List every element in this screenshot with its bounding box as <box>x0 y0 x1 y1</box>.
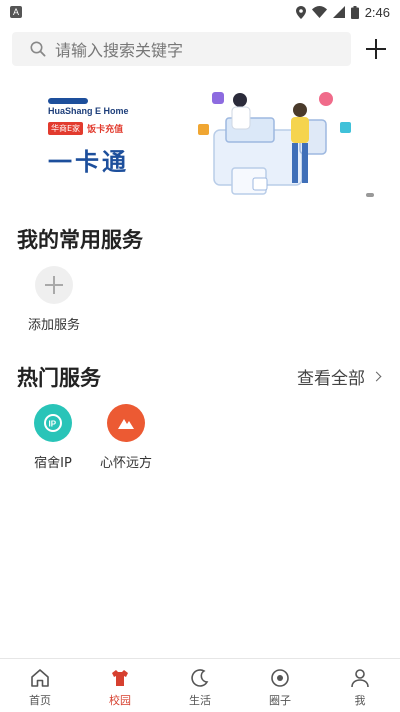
add-service-label: 添加服务 <box>27 318 80 333</box>
hot-service-label: 心怀远方 <box>99 456 152 471</box>
wifi-icon <box>311 6 327 18</box>
shirt-icon <box>112 670 128 686</box>
view-all-link[interactable]: 查看全部 <box>297 364 382 389</box>
mountain-icon <box>107 404 145 442</box>
moon-icon <box>191 669 209 687</box>
svg-text:IP: IP <box>49 420 57 429</box>
ip-icon: IP <box>34 404 72 442</box>
battery-icon <box>350 5 359 19</box>
search-placeholder: 请输入搜索关键字 <box>55 41 184 60</box>
tab-label: 我 <box>354 694 366 707</box>
circle-icon <box>271 669 289 687</box>
view-all-label: 查看全部 <box>297 369 365 389</box>
search-icon <box>30 41 46 57</box>
status-time: 2:46 <box>364 4 390 20</box>
tab-life[interactable]: 生活 <box>168 659 232 712</box>
add-service-icon <box>35 266 73 304</box>
brand-tagline: 华商E家 饭卡充值 <box>48 122 123 135</box>
tab-home[interactable]: 首页 <box>8 659 72 712</box>
location-icon <box>295 5 306 19</box>
tab-me[interactable]: 我 <box>328 659 392 712</box>
bottom-tab-bar: 首页 校园 生活 圈子 我 <box>0 658 400 712</box>
tab-label: 生活 <box>189 694 211 707</box>
status-bar: A 2:46 <box>0 0 400 24</box>
brand-logo-bar <box>48 98 88 104</box>
notification-badge: A <box>10 6 22 18</box>
add-button[interactable] <box>364 37 388 61</box>
tab-label: 圈子 <box>269 694 291 707</box>
tab-label: 首页 <box>29 694 51 707</box>
home-icon <box>31 669 49 687</box>
brand-english-name: HuaShang E Home <box>48 106 129 116</box>
tab-label: 校园 <box>109 694 131 707</box>
tab-campus[interactable]: 校园 <box>88 659 152 712</box>
search-row: 请输入搜索关键字 <box>12 32 388 66</box>
hot-service-label: 宿舍IP <box>34 456 72 471</box>
hot-service-xinhuai[interactable]: 心怀远方 <box>91 404 161 471</box>
person-icon <box>351 669 369 688</box>
search-input[interactable]: 请输入搜索关键字 <box>12 32 352 66</box>
carousel-indicator[interactable] <box>366 193 374 197</box>
brand-tag: 华商E家 <box>48 122 84 135</box>
hot-services-title: 热门服务 <box>17 366 101 390</box>
hot-service-dorm-ip[interactable]: IP 宿舍IP <box>18 404 88 471</box>
banner-title: 一卡通 <box>48 148 129 176</box>
brand-slogan: 饭卡充值 <box>87 125 124 135</box>
add-service-button[interactable]: 添加服务 <box>24 266 84 333</box>
my-services-title: 我的常用服务 <box>17 228 143 252</box>
signal-icon <box>332 6 345 18</box>
tab-circle[interactable]: 圈子 <box>248 659 312 712</box>
chevron-right-icon <box>371 371 382 382</box>
